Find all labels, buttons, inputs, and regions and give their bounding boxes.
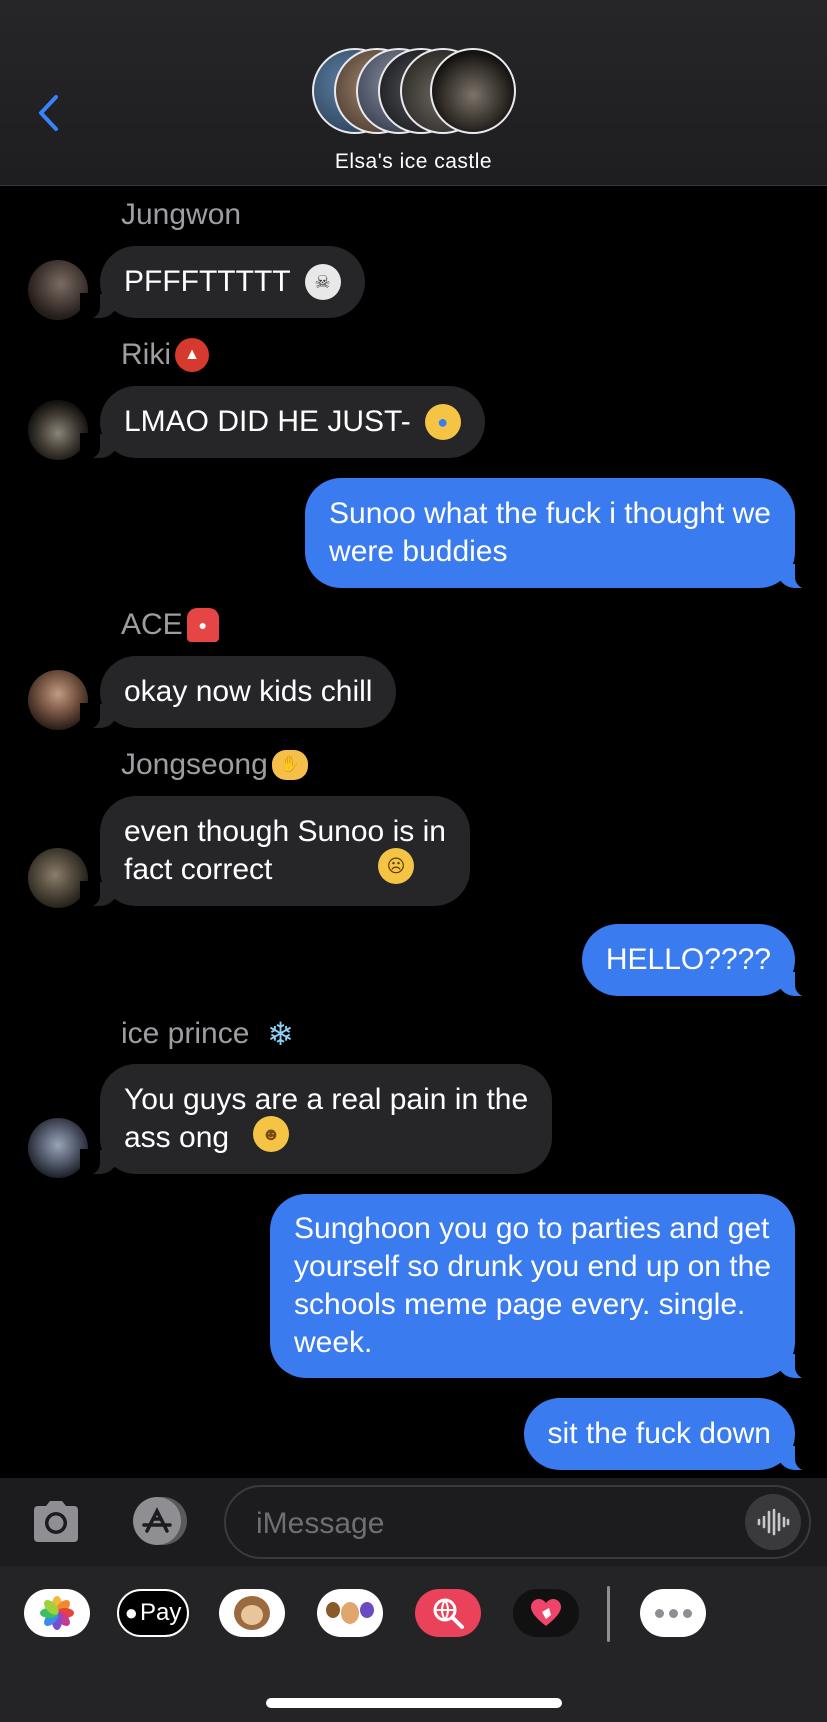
incoming-message-bubble[interactable]: You guys are a real pain in the ass ong … <box>79 1064 553 1175</box>
group-avatar-stack[interactable] <box>312 48 517 138</box>
message-text: PFFFTTTTT <box>124 265 291 298</box>
sender-name: Jongseong ✋ <box>121 748 308 782</box>
avatar[interactable] <box>28 260 88 320</box>
message-input[interactable]: iMessage <box>224 1485 811 1559</box>
memoji-stickers-app-icon[interactable] <box>317 1589 383 1637</box>
incoming-message-bubble[interactable]: LMAO DID HE JUST- ● <box>80 386 485 459</box>
member-avatar <box>430 48 516 134</box>
skull-emoji: ☠ <box>304 264 341 300</box>
message-text: LMAO DID HE JUST- <box>124 405 411 438</box>
outgoing-message-bubble[interactable]: Sunoo what the fuck i thought we were bu… <box>305 478 815 589</box>
message-text: okay now kids chill <box>124 675 373 708</box>
sender-name: Riki ▲ <box>121 338 209 372</box>
message-input-bar: iMessage <box>0 1478 827 1566</box>
incoming-message-bubble[interactable]: even though Sunoo is in fact correct ☹ <box>80 796 470 907</box>
call-me-hand-emoji: ✋ <box>271 750 308 780</box>
avatar[interactable] <box>28 670 88 730</box>
avatar[interactable] <box>28 848 88 908</box>
siren-emoji: ● <box>186 608 219 642</box>
message-placeholder: iMessage <box>256 1507 385 1540</box>
message-text: Sunoo what the fuck i thought we were bu… <box>329 497 771 568</box>
message-text: Sunghoon you go to parties and get yours… <box>294 1212 771 1359</box>
apple-pay-app-icon[interactable]: ● Pay <box>117 1589 189 1637</box>
outgoing-message-bubble[interactable]: HELLO???? <box>581 924 816 997</box>
images-search-app-icon[interactable] <box>415 1589 481 1637</box>
chevron-left-icon <box>39 95 58 131</box>
sender-name: ACE ● <box>121 608 219 642</box>
sender-label: Jongseong <box>121 748 268 781</box>
photos-app-icon[interactable] <box>24 1589 90 1637</box>
audio-message-button[interactable] <box>745 1494 801 1550</box>
app-store-icon <box>133 1497 187 1545</box>
avatar[interactable] <box>28 400 88 460</box>
more-apps-icon[interactable] <box>640 1589 706 1637</box>
camera-button[interactable] <box>30 1498 82 1544</box>
message-text: sit the fuck down <box>547 1417 771 1450</box>
ogre-emoji: ▲ <box>175 338 209 372</box>
globe-search-icon <box>433 1598 464 1629</box>
outgoing-message-bubble[interactable]: Sunghoon you go to parties and get yours… <box>270 1194 815 1379</box>
incoming-message-bubble[interactable]: okay now kids chill <box>79 656 397 729</box>
crying-face-emoji: ● <box>424 404 461 440</box>
sender-label: Riki <box>121 338 171 371</box>
sender-name: Jungwon <box>121 198 241 232</box>
monkey-face-icon <box>234 1596 270 1630</box>
apple-logo-icon: ● <box>124 1600 138 1625</box>
sender-label: ice prince <box>121 1017 250 1050</box>
sender-name: ice prince ❄ <box>121 1016 299 1052</box>
incoming-message-bubble[interactable]: PFFFTTTTT ☠ <box>80 246 365 319</box>
message-text: You guys are a real pain in the ass ong <box>124 1083 529 1154</box>
sender-label: ACE <box>121 608 183 641</box>
back-button[interactable] <box>30 88 66 138</box>
home-indicator[interactable] <box>266 1698 562 1708</box>
animoji-app-icon[interactable] <box>219 1589 285 1637</box>
audio-waveform-icon <box>757 1508 790 1536</box>
message-text: HELLO???? <box>605 943 771 976</box>
digital-touch-app-icon[interactable] <box>513 1589 579 1637</box>
snowflake-emoji: ❄ <box>267 1016 294 1052</box>
drawer-divider <box>607 1586 610 1642</box>
avatar[interactable] <box>28 1118 88 1178</box>
outgoing-message-bubble[interactable]: sit the fuck down <box>523 1398 816 1471</box>
memoji-faces-icon <box>326 1602 374 1624</box>
sender-label: Jungwon <box>121 198 242 231</box>
app-store-button[interactable] <box>127 1495 191 1547</box>
camera-icon <box>34 1501 78 1542</box>
photos-flower-icon <box>40 1596 74 1630</box>
worried-face-emoji: ☹ <box>378 848 414 884</box>
group-title[interactable]: Elsa's ice castle <box>0 150 827 174</box>
conversation-header: Elsa's ice castle <box>0 0 827 186</box>
apple-pay-label: Pay <box>139 1599 182 1626</box>
heart-touch-icon <box>531 1599 561 1626</box>
ellipsis-icon <box>654 1608 692 1618</box>
cowboy-face-emoji: ☻ <box>253 1116 289 1152</box>
